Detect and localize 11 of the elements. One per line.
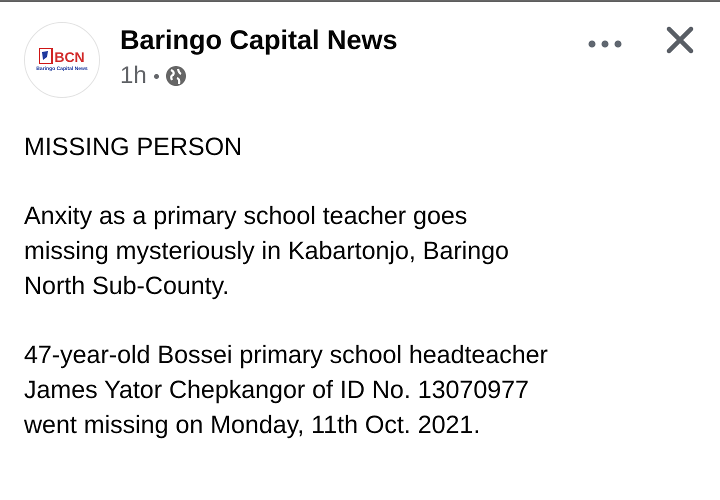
more-dots-icon [588,40,622,48]
post-text: MISSING PERSON [24,132,244,163]
separator-dot-icon [154,74,159,78]
page-name[interactable]: Baringo Capital News [120,25,398,56]
post-text: Anxity as a primary school teacher goes missing mysteriously in Kabartonjo, Baringo North Sub-County. [24,201,510,302]
post-time[interactable]: 1h [120,62,147,90]
globe-icon [166,66,186,86]
flag-icon [39,48,54,64]
logo-initials: BCN [54,50,85,64]
post-text: 47-year-old Bossei primary school headteacher James Yator Chepkangor of ID No. 13070977 went missing on Monday, 11th Oct. 2021. [24,340,549,441]
close-icon [666,26,694,54]
